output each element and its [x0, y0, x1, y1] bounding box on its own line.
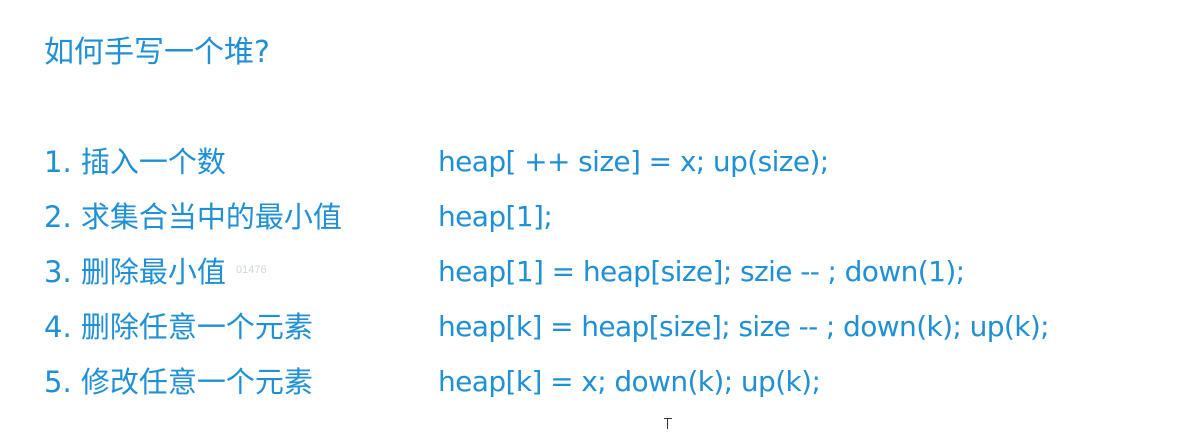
list-item-4: 4. 删除任意一个元素 heap[k] = heap[size]; size -… — [0, 307, 1181, 351]
item-code: heap[k] = x; down(k); up(k); — [438, 365, 821, 398]
slide-title: 如何手写一个堆? — [44, 35, 270, 70]
text-cursor-icon — [664, 418, 672, 429]
item-label: 1. 插入一个数 — [44, 145, 226, 179]
list-item-3: 3. 删除最小值 heap[1] = heap[size]; szie -- ;… — [0, 252, 1181, 296]
item-label: 4. 删除任意一个元素 — [44, 310, 313, 344]
slide: 如何手写一个堆? 1. 插入一个数 heap[ ++ size] = x; up… — [0, 0, 1181, 432]
item-label: 5. 修改任意一个元素 — [44, 365, 313, 399]
list-item-5: 5. 修改任意一个元素 heap[k] = x; down(k); up(k); — [0, 362, 1181, 406]
item-label: 2. 求集合当中的最小值 — [44, 200, 342, 234]
watermark: 01476 — [236, 264, 267, 276]
item-code: heap[1] = heap[size]; szie -- ; down(1); — [438, 255, 965, 288]
item-code: heap[k] = heap[size]; size -- ; down(k);… — [438, 310, 1050, 343]
list-item-1: 1. 插入一个数 heap[ ++ size] = x; up(size); — [0, 142, 1181, 186]
list-item-2: 2. 求集合当中的最小值 heap[1]; — [0, 197, 1181, 241]
item-code: heap[1]; — [438, 200, 553, 233]
item-label: 3. 删除最小值 — [44, 255, 226, 289]
item-code: heap[ ++ size] = x; up(size); — [438, 145, 829, 178]
